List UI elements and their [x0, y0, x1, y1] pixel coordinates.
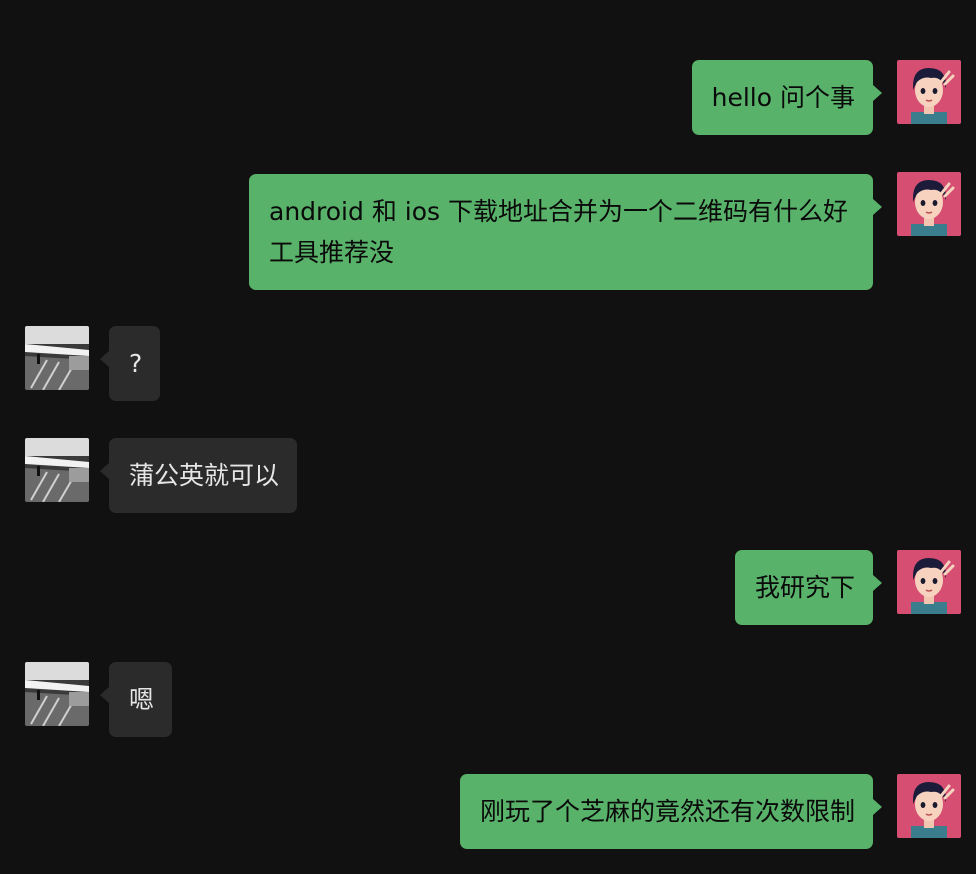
- chat-panel: hello 问个事 android 和 ios 下载地址合并为一个二维码有什么好…: [0, 0, 976, 874]
- message-bubble[interactable]: 嗯: [99, 662, 173, 737]
- my-avatar[interactable]: [897, 774, 961, 838]
- message-bubble[interactable]: 刚玩了个芝麻的竟然还有次数限制: [459, 774, 883, 849]
- message-bubble[interactable]: ?: [99, 326, 161, 401]
- message-bubble[interactable]: 蒲公英就可以: [99, 438, 298, 513]
- contact-avatar[interactable]: [25, 438, 89, 502]
- my-avatar[interactable]: [897, 172, 961, 236]
- message-bubble[interactable]: 我研究下: [734, 550, 883, 625]
- message-bubble[interactable]: hello 问个事: [691, 60, 883, 135]
- message-bubble[interactable]: android 和 ios 下载地址合并为一个二维码有什么好工具推荐没: [249, 174, 882, 290]
- contact-avatar[interactable]: [25, 662, 89, 726]
- contact-avatar[interactable]: [25, 326, 89, 390]
- my-avatar[interactable]: [897, 550, 961, 614]
- my-avatar[interactable]: [897, 60, 961, 124]
